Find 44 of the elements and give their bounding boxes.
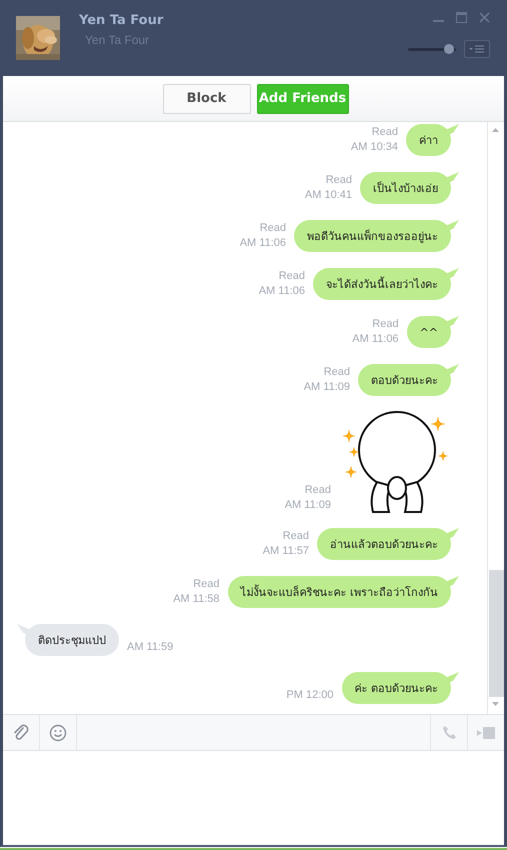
read-receipt: Read <box>193 577 220 592</box>
volume-slider[interactable] <box>444 44 454 54</box>
scroll-down-icon[interactable] <box>492 702 499 706</box>
maximize-icon[interactable] <box>456 12 467 23</box>
paperclip-icon[interactable] <box>12 724 30 742</box>
message-time: AM 10:34 <box>350 140 398 155</box>
read-receipt: Read <box>304 483 331 498</box>
message-time: AM 11:06 <box>258 284 305 299</box>
phone-icon[interactable] <box>442 725 456 740</box>
block-button[interactable]: Block <box>162 84 250 114</box>
read-receipt: Read <box>324 365 350 380</box>
menu-button[interactable] <box>464 40 490 58</box>
message-time: AM 11:59 <box>127 640 174 655</box>
message-time: PM 12:00 <box>286 688 334 703</box>
read-receipt: Read <box>372 317 399 332</box>
close-icon[interactable] <box>479 12 490 23</box>
message-bubble: ติดประชุมแปป <box>17 624 119 656</box>
read-receipt: Read <box>282 529 309 544</box>
message-time: AM 11:58 <box>173 592 220 607</box>
message-time: AM 11:06 <box>240 236 286 251</box>
message-time: AM 11:06 <box>352 332 399 347</box>
menu-icon <box>469 45 485 53</box>
message-bubble: ค่าา <box>406 124 459 156</box>
video-call-icon[interactable] <box>477 726 495 738</box>
read-receipt: Read <box>278 269 305 284</box>
message-bubble: จะได้ส่งวันนี้เลยว่าไงคะ <box>313 268 459 300</box>
message-bubble: อ่านแล้วตอบด้วยนะคะ <box>317 528 459 560</box>
contact-name: Yen Ta Four <box>79 13 164 28</box>
message-bubble: ค่ะ ตอบด้วยนะคะ <box>342 672 459 704</box>
emoji-icon[interactable] <box>49 724 67 742</box>
message-time: AM 11:09 <box>304 380 350 395</box>
message-time: AM 10:41 <box>304 188 352 203</box>
read-receipt: Read <box>372 125 398 140</box>
scroll-up-icon[interactable] <box>492 128 499 132</box>
message-time: AM 11:57 <box>262 544 309 559</box>
message-bubble: ตอบด้วยนะคะ <box>358 364 459 396</box>
message-time: AM 11:09 <box>284 498 331 513</box>
scroll-thumb[interactable] <box>489 570 504 697</box>
message-bubble: เป็นไงบ้างเอ่ย <box>360 172 459 204</box>
message-bubble: ไม่งั้นจะแบล็คริชนะคะ เพราะถือว่าโกงกัน <box>228 576 459 608</box>
read-receipt: Read <box>260 221 286 236</box>
read-receipt: Read <box>326 173 352 188</box>
message-bubble: ^^ <box>406 316 459 348</box>
message-bubble: พอดีวันคนแพ็กของรออยู่นะ <box>294 220 459 252</box>
